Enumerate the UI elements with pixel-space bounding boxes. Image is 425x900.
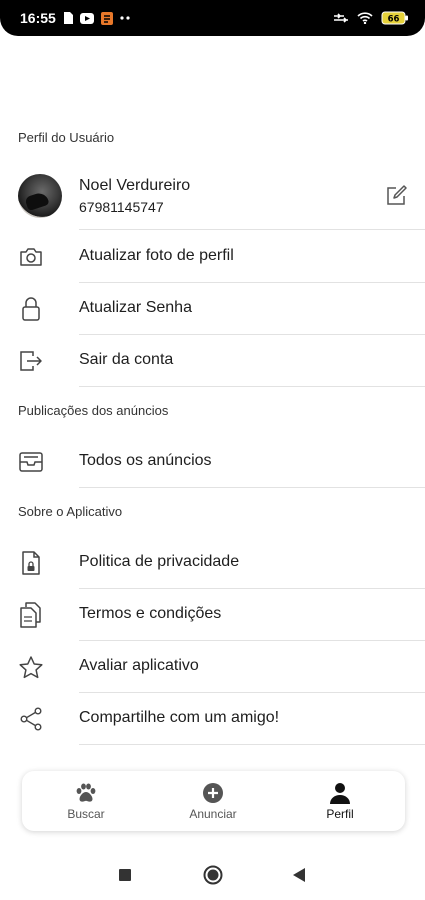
divider <box>79 744 425 745</box>
wifi-icon <box>357 12 373 24</box>
documents-icon <box>18 602 44 628</box>
menu-item-label: Todos os anúncios <box>79 452 212 469</box>
menu-item-terms[interactable]: Termos e condições <box>0 589 425 641</box>
person-icon <box>330 783 350 804</box>
battery-icon: 66 <box>381 11 408 25</box>
battery-level: 66 <box>388 15 400 25</box>
status-left: 16:55 <box>20 10 132 26</box>
youtube-icon <box>79 12 94 24</box>
status-bar: 16:55 66 <box>0 0 425 36</box>
home-icon[interactable] <box>203 865 223 885</box>
menu-item-label: Termos e condições <box>79 605 222 622</box>
menu-item-logout[interactable]: Sair da conta <box>0 335 425 387</box>
nav-label-buscar: Buscar <box>67 807 105 821</box>
nav-item-buscar[interactable]: Buscar <box>36 771 136 831</box>
menu-item-update-password[interactable]: Atualizar Senha <box>0 283 425 335</box>
edit-profile-button[interactable] <box>385 185 407 207</box>
menu-item-label: Atualizar Senha <box>79 299 192 316</box>
profile-phone: 67981145747 <box>79 199 164 215</box>
divider <box>79 229 425 230</box>
status-time: 16:55 <box>20 10 56 26</box>
menu-item-privacy[interactable]: Politica de privacidade <box>0 537 425 589</box>
back-icon[interactable] <box>292 867 306 883</box>
paw-icon <box>76 783 96 802</box>
nav-label-anunciar: Anunciar <box>189 807 237 821</box>
menu-item-rate[interactable]: Avaliar aplicativo <box>0 641 425 693</box>
nav-label-perfil: Perfil <box>326 807 354 821</box>
menu-item-label: Compartilhe com um amigo! <box>79 709 280 726</box>
section-header-profile: Perfil do Usuário <box>18 130 115 145</box>
profile-name: Noel Verdureiro <box>79 177 191 194</box>
menu-item-update-photo[interactable]: Atualizar foto de perfil <box>0 231 425 283</box>
divider <box>79 487 425 488</box>
menu-item-label: Avaliar aplicativo <box>79 657 199 674</box>
lock-icon <box>18 297 44 321</box>
privacy-document-icon <box>18 551 44 575</box>
edit-icon <box>387 185 407 205</box>
menu-item-label: Atualizar foto de perfil <box>79 247 234 264</box>
share-icon <box>18 707 44 731</box>
status-right: 66 <box>333 11 409 25</box>
notification-file-icon <box>63 12 73 24</box>
menu-item-label: Sair da conta <box>79 351 174 368</box>
inbox-icon <box>18 450 44 474</box>
profile-row: Noel Verdureiro 67981145747 <box>0 163 425 229</box>
camera-icon <box>18 245 44 269</box>
plus-circle-icon <box>203 783 223 803</box>
recents-icon[interactable] <box>118 868 132 882</box>
more-notifications-icon <box>120 16 130 20</box>
section-header-about: Sobre o Aplicativo <box>18 504 123 519</box>
divider <box>79 386 425 387</box>
nav-item-anunciar[interactable]: Anunciar <box>163 771 263 831</box>
section-header-ads: Publicações dos anúncios <box>18 403 169 418</box>
star-icon <box>18 655 44 679</box>
bottom-navigation: Buscar Anunciar Perfil <box>22 771 405 831</box>
menu-item-all-ads[interactable]: Todos os anúncios <box>0 436 425 488</box>
app-notification-icon <box>100 11 113 25</box>
signal-icon <box>334 13 348 23</box>
nav-item-perfil[interactable]: Perfil <box>290 771 390 831</box>
logout-icon <box>18 349 44 373</box>
menu-item-label: Politica de privacidade <box>79 553 240 570</box>
menu-item-share[interactable]: Compartilhe com um amigo! <box>0 693 425 745</box>
system-navigation-bar <box>0 855 425 895</box>
avatar[interactable] <box>18 174 62 218</box>
